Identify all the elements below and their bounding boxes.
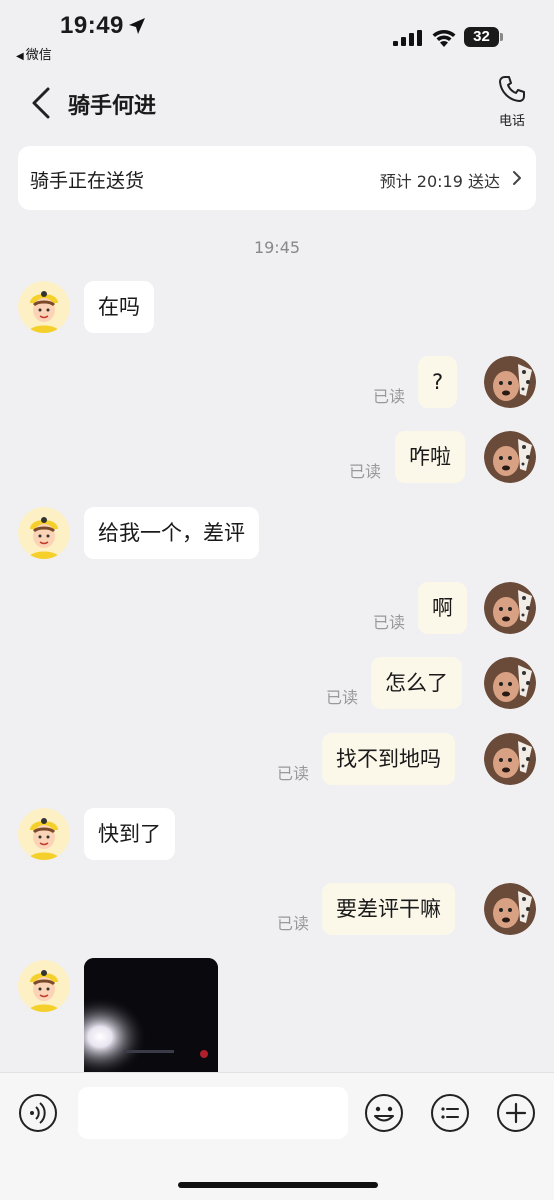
image-message[interactable] [84, 958, 218, 1074]
status-time: 19:49 [60, 12, 124, 39]
voice-icon[interactable] [18, 1093, 58, 1133]
message-bubble-sent[interactable]: 怎么了 [371, 657, 462, 709]
rider-avatar[interactable] [18, 960, 70, 1012]
read-receipt: 已读 [373, 387, 406, 406]
message-input[interactable] [78, 1087, 348, 1139]
read-receipt: 已读 [277, 764, 310, 783]
message-bubble-sent[interactable]: 找不到地吗 [322, 733, 455, 785]
page-title: 骑手何进 [68, 94, 157, 119]
location-arrow-icon [129, 18, 145, 34]
message-bubble-sent[interactable]: ? [418, 356, 458, 408]
read-receipt: 已读 [326, 688, 359, 707]
rider-avatar[interactable] [18, 507, 70, 559]
back-app-label: 微信 [25, 48, 52, 63]
call-button[interactable]: 电话 [492, 74, 532, 130]
plus-icon[interactable] [496, 1093, 536, 1133]
back-to-app-link[interactable]: ◀ 微信 [16, 44, 52, 63]
emoji-icon[interactable] [364, 1093, 404, 1133]
battery-level: 32 [473, 28, 490, 45]
home-indicator[interactable] [178, 1182, 378, 1188]
chat-timestamp: 19:45 [253, 238, 301, 257]
message-bubble-sent[interactable]: 要差评干嘛 [322, 883, 455, 935]
message-bubble-sent[interactable]: 咋啦 [395, 431, 465, 483]
list-icon[interactable] [430, 1093, 470, 1133]
my-avatar[interactable] [484, 431, 536, 483]
delivery-status-text: 骑手正在送货 [30, 170, 145, 192]
phone-icon [499, 76, 525, 102]
read-receipt: 已读 [277, 914, 310, 933]
rider-avatar[interactable] [18, 808, 70, 860]
message-bubble-received[interactable]: 在吗 [84, 281, 154, 333]
back-triangle-icon: ◀ [16, 51, 24, 62]
wifi-icon [432, 30, 456, 47]
my-avatar[interactable] [484, 657, 536, 709]
read-receipt: 已读 [349, 462, 382, 481]
rider-avatar[interactable] [18, 281, 70, 333]
message-bubble-received[interactable]: 给我一个，差评 [84, 507, 259, 559]
status-bar: 19:49 ◀ 微信 32 [0, 0, 554, 66]
input-bar [0, 1072, 554, 1200]
my-avatar[interactable] [484, 356, 536, 408]
chevron-right-icon [513, 171, 521, 185]
call-button-label: 电话 [498, 114, 525, 129]
my-avatar[interactable] [484, 733, 536, 785]
my-avatar[interactable] [484, 883, 536, 935]
message-bubble-received[interactable]: 快到了 [84, 808, 175, 860]
back-chevron-icon[interactable] [28, 86, 58, 120]
my-avatar[interactable] [484, 582, 536, 634]
battery-icon: 32 [464, 27, 504, 47]
delivery-eta: 预计 20:19 送达 [379, 172, 500, 191]
delivery-status-card[interactable]: 骑手正在送货 预计 20:19 送达 [18, 146, 536, 210]
signal-icon [393, 30, 422, 46]
nav-bar: 骑手何进 电话 [0, 70, 554, 136]
read-receipt: 已读 [373, 613, 406, 632]
message-bubble-sent[interactable]: 啊 [418, 582, 467, 634]
